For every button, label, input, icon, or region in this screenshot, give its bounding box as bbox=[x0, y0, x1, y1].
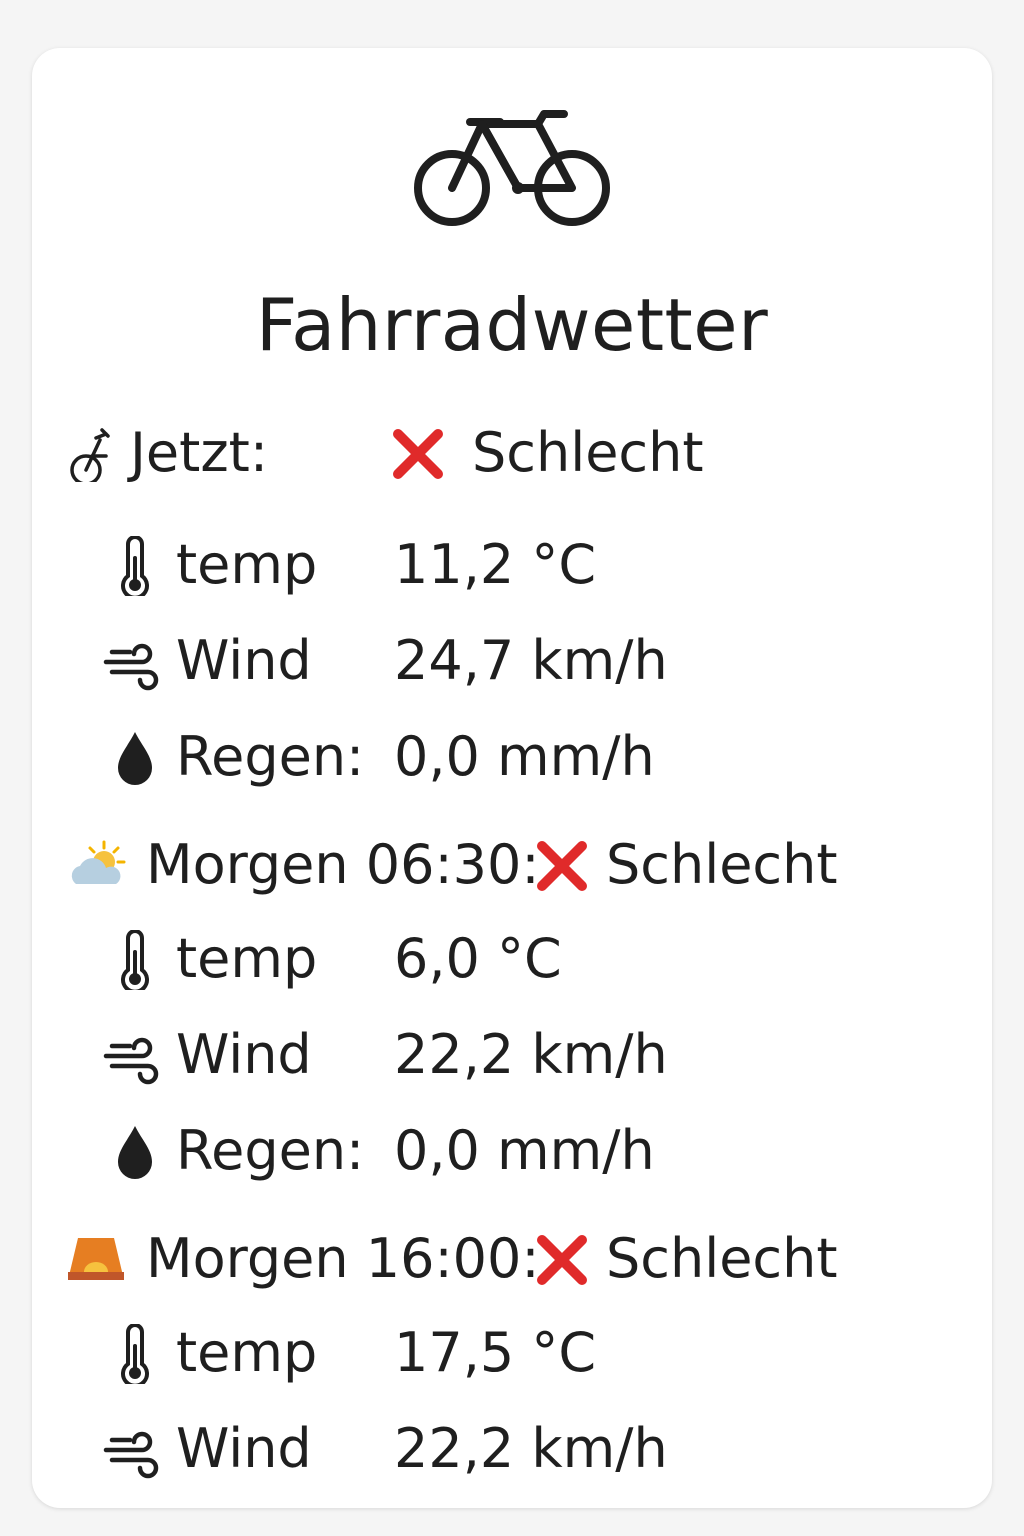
section-label: Morgen 16:00: bbox=[146, 1227, 540, 1290]
metric-row-rain: Regen: 0,0 mm/h bbox=[102, 1116, 962, 1186]
metric-row-wind: Wind 24,7 km/h bbox=[102, 626, 962, 696]
thermometer-icon bbox=[121, 930, 149, 990]
wind-icon bbox=[103, 1037, 159, 1085]
rain-drop-icon bbox=[118, 1126, 152, 1179]
metric-value: 11,2 °C bbox=[394, 533, 597, 596]
section-morning-header: Morgen 06:30: Schlecht bbox=[66, 830, 966, 900]
status-text: Schlecht bbox=[606, 833, 838, 896]
bicycle-icon bbox=[414, 110, 610, 226]
rain-drop-icon bbox=[118, 732, 152, 785]
metric-label: temp bbox=[176, 1321, 318, 1384]
metric-value: 0,0 mm/h bbox=[394, 725, 655, 788]
status-text: Schlecht bbox=[472, 421, 704, 484]
section-label: Jetzt: bbox=[130, 421, 269, 484]
red-cross-icon bbox=[393, 429, 443, 479]
metric-label: Regen: bbox=[176, 725, 365, 788]
section-afternoon-header: Morgen 16:00: Schlecht bbox=[66, 1224, 966, 1294]
card-title: Fahrradwetter bbox=[255, 283, 769, 367]
metric-value: 0,0 mm/h bbox=[394, 1119, 655, 1182]
section-label: Morgen 06:30: bbox=[146, 833, 540, 896]
metric-value: 22,2 km/h bbox=[394, 1417, 668, 1480]
metric-label: temp bbox=[176, 533, 318, 596]
metric-value: 22,2 km/h bbox=[394, 1023, 668, 1086]
metric-row-temp: temp 17,5 °C bbox=[102, 1318, 962, 1388]
metric-label: Wind bbox=[176, 1417, 312, 1480]
metric-row-wind: Wind 22,2 km/h bbox=[102, 1414, 962, 1484]
sunset-icon bbox=[68, 1238, 124, 1280]
wind-icon bbox=[103, 1431, 159, 1479]
metric-row-wind: Wind 22,2 km/h bbox=[102, 1020, 962, 1090]
metric-label: temp bbox=[176, 927, 318, 990]
thermometer-icon bbox=[121, 1324, 149, 1384]
metric-value: 24,7 km/h bbox=[394, 629, 668, 692]
metric-value: 17,5 °C bbox=[394, 1321, 597, 1384]
metric-label: Regen: bbox=[176, 1119, 365, 1182]
metric-row-rain: Regen: 0,0 mm/h bbox=[102, 722, 962, 792]
metric-label: Wind bbox=[176, 1023, 312, 1086]
status-text: Schlecht bbox=[606, 1227, 838, 1290]
metric-row-temp: temp 6,0 °C bbox=[102, 924, 962, 994]
metric-row-temp: temp 11,2 °C bbox=[102, 530, 962, 600]
section-now-header: Jetzt: Schlecht bbox=[66, 418, 966, 488]
sun-behind-cloud-icon bbox=[71, 840, 126, 884]
red-cross-icon bbox=[537, 1235, 587, 1285]
cyclist-icon bbox=[70, 428, 110, 482]
metric-value: 6,0 °C bbox=[394, 927, 562, 990]
wind-icon bbox=[103, 643, 159, 691]
weather-card: Fahrradwetter Jetzt: Schlecht temp 11,2 … bbox=[32, 48, 992, 1508]
red-cross-icon bbox=[537, 841, 587, 891]
thermometer-icon bbox=[121, 536, 149, 596]
metric-label: Wind bbox=[176, 629, 312, 692]
